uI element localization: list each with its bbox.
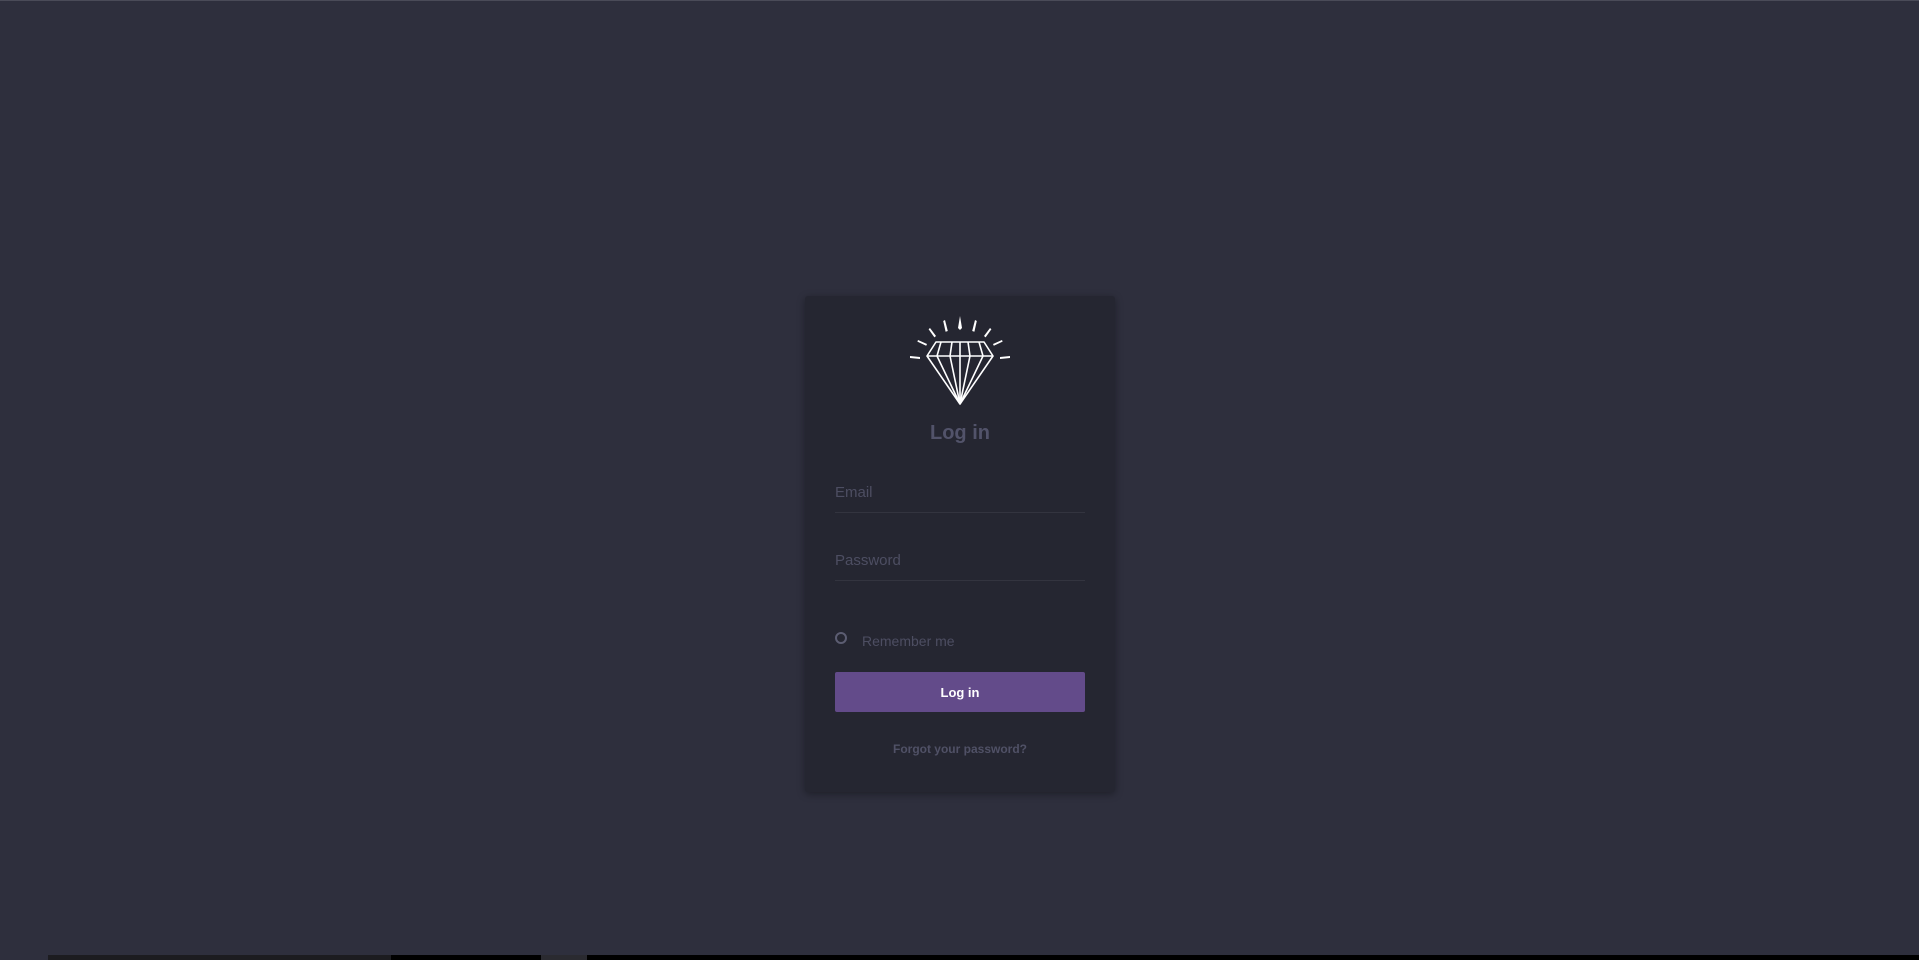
email-field[interactable] bbox=[835, 473, 1085, 513]
page-title: Log in bbox=[930, 422, 990, 444]
top-border bbox=[0, 0, 1919, 1]
login-card: Log in Remember me Log in Forgot your pa… bbox=[805, 296, 1115, 792]
password-field[interactable] bbox=[835, 541, 1085, 581]
radio-icon[interactable] bbox=[835, 632, 847, 644]
forgot-password-link[interactable]: Forgot your password? bbox=[805, 742, 1115, 756]
diamond-icon bbox=[910, 316, 1010, 405]
bottom-strip bbox=[0, 955, 1919, 960]
remember-me-option[interactable]: Remember me bbox=[835, 631, 955, 651]
login-button[interactable]: Log in bbox=[835, 672, 1085, 712]
remember-me-label: Remember me bbox=[862, 633, 955, 649]
